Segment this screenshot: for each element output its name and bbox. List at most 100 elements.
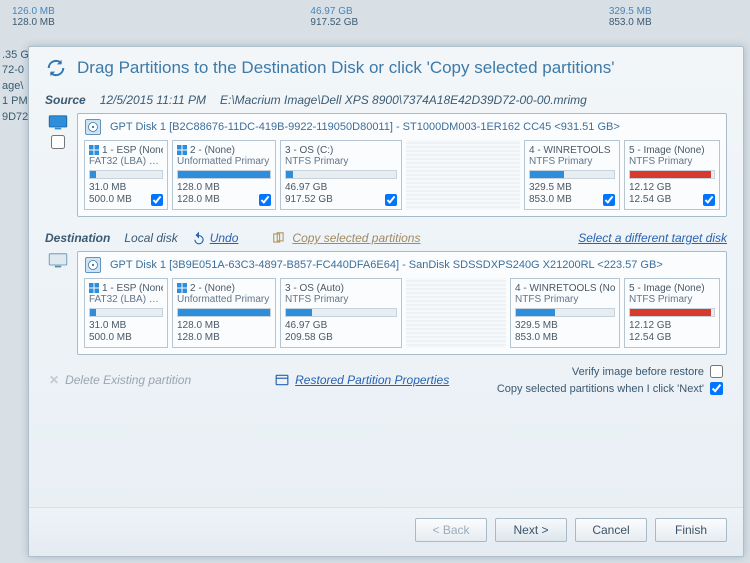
partition-include-checkbox[interactable] [703, 194, 715, 206]
partition-used: 31.0 MB [89, 182, 132, 194]
restored-partition-properties-link[interactable]: Restored Partition Properties [275, 373, 449, 387]
finish-button[interactable]: Finish [655, 518, 727, 542]
unallocated-space[interactable] [406, 278, 506, 348]
partition-3[interactable]: 3 - OS (Auto)NTFS Primary 46.97 GB209.58 … [280, 278, 402, 348]
partition-name: 1 - ESP (None) [102, 145, 163, 156]
desktop-thumb: 329.5 MB 853.0 MB [605, 4, 742, 44]
destination-label: Destination [45, 231, 110, 245]
partition-fs: NTFS Primary [285, 294, 397, 305]
partition-name: 2 - (None) [190, 283, 235, 294]
partition-fs: FAT32 (LBA) Primary [89, 294, 163, 305]
unallocated-space[interactable] [406, 140, 520, 210]
source-partition-strip: 1 - ESP (None)FAT32 (LBA) Primary 31.0 MB… [84, 140, 720, 210]
hdd-icon [84, 256, 102, 274]
destination-partition-strip[interactable]: 1 - ESP (None)FAT32 (LBA) Primary31.0 MB… [84, 278, 720, 348]
back-button[interactable]: < Back [415, 518, 487, 542]
desktop-thumb: 126.0 MB 128.0 MB [8, 4, 145, 44]
copy-on-next-checkbox-row: Copy selected partitions when I click 'N… [497, 382, 723, 395]
usage-bar [89, 308, 163, 317]
partition-name: 3 - OS (C:) [285, 145, 333, 156]
partition-5[interactable]: 5 - Image (None)NTFS Primary 12.12 GB12.5… [624, 140, 720, 210]
partition-include-checkbox[interactable] [385, 194, 397, 206]
partition-total: 500.0 MB [89, 194, 132, 206]
partition-used: 31.0 MB [89, 320, 132, 332]
partition-2[interactable]: 2 - (None)Unformatted Primary128.0 MB128… [172, 140, 276, 210]
destination-disk-title: GPT Disk 1 [3B9E051A-63C3-4897-B857-FC44… [110, 259, 663, 271]
delete-existing-partition: ✕ Delete Existing partition [49, 373, 191, 387]
partition-total: 12.54 GB [629, 194, 671, 206]
next-button[interactable]: Next > [495, 518, 567, 542]
destination-local: Local disk [124, 231, 177, 245]
destination-section: Destination Local disk Undo Copy selecte… [29, 225, 743, 405]
partition-fs: Unformatted Primary [177, 294, 271, 305]
partition-total: 917.52 GB [285, 194, 333, 206]
partition-total: 853.0 MB [515, 332, 558, 344]
partition-total: 209.58 GB [285, 332, 333, 344]
partition-fs: NTFS Primary [629, 294, 715, 305]
destination-disk-box: GPT Disk 1 [3B9E051A-63C3-4897-B857-FC44… [77, 251, 727, 355]
partition-name: 5 - Image (None) [629, 283, 705, 294]
usage-bar [285, 170, 397, 179]
usage-bar [177, 170, 271, 179]
destination-disk-icon [48, 253, 68, 269]
partition-include-checkbox[interactable] [259, 194, 271, 206]
partition-2[interactable]: 2 - (None)Unformatted Primary128.0 MB128… [172, 278, 276, 348]
partition-name: 5 - Image (None) [629, 145, 705, 156]
properties-icon [275, 373, 289, 387]
usage-bar [515, 308, 615, 317]
undo-button[interactable]: Undo [192, 231, 239, 245]
partition-4[interactable]: 4 - WINRETOOLS (None)NTFS Primary329.5 M… [510, 278, 620, 348]
source-label: Source [45, 93, 86, 107]
desktop-thumb: 46.97 GB 917.52 GB [306, 4, 443, 44]
partition-total: 853.0 MB [529, 194, 572, 206]
partition-include-checkbox[interactable] [151, 194, 163, 206]
copy-selected-partitions-link[interactable]: Copy selected partitions [272, 231, 420, 245]
usage-bar [89, 170, 163, 179]
partition-used: 46.97 GB [285, 320, 333, 332]
source-section: Source 12/5/2015 11:11 PM E:\Macrium Ima… [29, 87, 743, 225]
source-image-path: E:\Macrium Image\Dell XPS 8900\7374A18E4… [220, 93, 587, 107]
partition-used: 12.12 GB [629, 320, 671, 332]
windows-flag-icon [177, 145, 187, 155]
verify-image-checkbox[interactable] [710, 365, 723, 378]
usage-bar [177, 308, 271, 317]
partition-used: 46.97 GB [285, 182, 333, 194]
partition-5[interactable]: 5 - Image (None)NTFS Primary12.12 GB12.5… [624, 278, 720, 348]
partition-fs: NTFS Primary [629, 156, 715, 167]
usage-bar [629, 170, 715, 179]
source-select-all-checkbox[interactable] [51, 135, 65, 149]
partition-3[interactable]: 3 - OS (C:)NTFS Primary 46.97 GB917.52 GB [280, 140, 402, 210]
wizard-footer: < Back Next > Cancel Finish [29, 507, 743, 556]
refresh-icon [45, 57, 67, 79]
source-disk-icon [48, 115, 68, 131]
partition-1[interactable]: 1 - ESP (None)FAT32 (LBA) Primary 31.0 MB… [84, 140, 168, 210]
partition-fs: NTFS Primary [529, 156, 615, 167]
source-disk-title: GPT Disk 1 [B2C88676-11DC-419B-9922-1190… [110, 121, 620, 133]
partition-1[interactable]: 1 - ESP (None)FAT32 (LBA) Primary31.0 MB… [84, 278, 168, 348]
copy-on-next-checkbox[interactable] [710, 382, 723, 395]
dialog-title-text: Drag Partitions to the Destination Disk … [77, 58, 615, 78]
windows-flag-icon [177, 283, 187, 293]
partition-used: 128.0 MB [177, 320, 220, 332]
partition-name: 3 - OS (Auto) [285, 283, 344, 294]
windows-flag-icon [89, 145, 99, 155]
usage-bar [629, 308, 715, 317]
partition-include-checkbox[interactable] [603, 194, 615, 206]
partition-fs: NTFS Primary [285, 156, 397, 167]
source-disk-box: GPT Disk 1 [B2C88676-11DC-419B-9922-1190… [77, 113, 727, 217]
partition-total: 128.0 MB [177, 194, 220, 206]
dialog-title: Drag Partitions to the Destination Disk … [29, 47, 743, 87]
windows-flag-icon [89, 283, 99, 293]
hdd-icon [84, 118, 102, 136]
partition-name: 2 - (None) [190, 145, 235, 156]
partition-used: 12.12 GB [629, 182, 671, 194]
partition-4[interactable]: 4 - WINRETOOLSNTFS Primary329.5 MB853.0 … [524, 140, 620, 210]
partition-used: 128.0 MB [177, 182, 220, 194]
select-different-target-link[interactable]: Select a different target disk [578, 231, 727, 245]
partition-total: 500.0 MB [89, 332, 132, 344]
x-icon: ✕ [49, 373, 59, 387]
partition-used: 329.5 MB [529, 182, 572, 194]
partition-fs: NTFS Primary [515, 294, 615, 305]
partition-fs: FAT32 (LBA) Primary [89, 156, 163, 167]
cancel-button[interactable]: Cancel [575, 518, 647, 542]
